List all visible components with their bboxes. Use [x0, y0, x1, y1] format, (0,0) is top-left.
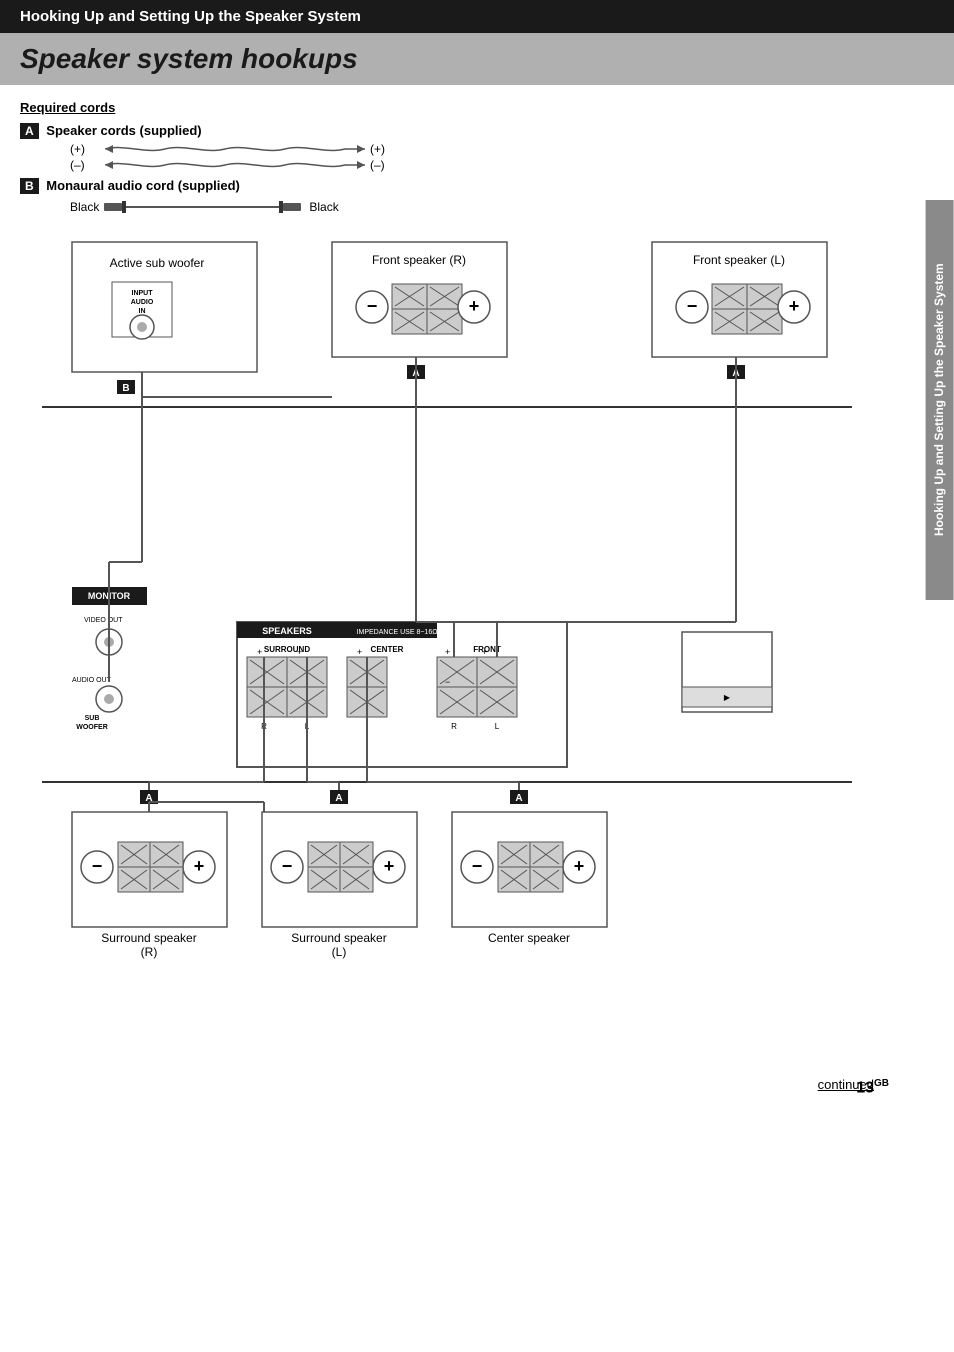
cord-a-minus-left: (–): [70, 158, 105, 172]
cord-b-section: B Monaural audio cord (supplied) Black B…: [20, 178, 934, 217]
svg-text:+: +: [574, 856, 585, 876]
cord-a-section: A Speaker cords (supplied) (+) (+): [20, 123, 934, 172]
cord-a-badge: A: [20, 123, 39, 139]
svg-text:(L): (L): [332, 945, 347, 959]
svg-text:SURROUND: SURROUND: [264, 645, 310, 654]
svg-text:+: +: [445, 647, 450, 657]
svg-text:▶: ▶: [724, 693, 731, 702]
svg-text:+: +: [194, 856, 205, 876]
cord-a-plus-right: (+): [370, 142, 405, 156]
svg-text:VIDEO OUT: VIDEO OUT: [84, 617, 123, 624]
svg-text:+: +: [469, 296, 480, 316]
svg-text:AUDIO OUT: AUDIO OUT: [72, 677, 112, 684]
diagram-area: Active sub woofer INPUT AUDIO IN B Front…: [42, 232, 912, 1057]
cord-b-badge: B: [20, 178, 39, 194]
svg-text:INPUT: INPUT: [132, 290, 154, 297]
page-number: 13GB: [856, 1078, 889, 1097]
svg-text:−: −: [282, 856, 293, 876]
required-cords-section: Required cords A Speaker cords (supplied…: [20, 100, 934, 217]
svg-text:AUDIO: AUDIO: [131, 299, 154, 306]
svg-text:+: +: [357, 647, 362, 657]
svg-text:+: +: [789, 296, 800, 316]
svg-text:−: −: [472, 856, 483, 876]
svg-text:+: +: [384, 856, 395, 876]
svg-text:Surround speaker: Surround speaker: [291, 931, 386, 945]
cord-a-label: A Speaker cords (supplied): [20, 123, 934, 139]
cord-b-wire: [104, 197, 304, 217]
page-title: Speaker system hookups: [20, 43, 934, 75]
cord-a-illustration: (+) (+) (–): [70, 142, 934, 172]
top-header: Hooking Up and Setting Up the Speaker Sy…: [0, 0, 954, 33]
svg-text:−: −: [367, 296, 378, 316]
svg-text:+: +: [257, 647, 262, 657]
svg-text:B: B: [122, 383, 129, 394]
main-content: Required cords A Speaker cords (supplied…: [0, 95, 954, 1112]
cord-a-minus-wire: [105, 158, 365, 172]
svg-text:A: A: [515, 793, 522, 804]
title-bar: Speaker system hookups: [0, 33, 954, 85]
header-title: Hooking Up and Setting Up the Speaker Sy…: [20, 8, 361, 25]
svg-text:+: +: [297, 647, 302, 657]
svg-text:Surround speaker: Surround speaker: [101, 931, 196, 945]
svg-text:WOOFER: WOOFER: [76, 724, 108, 731]
svg-text:Front speaker (L): Front speaker (L): [693, 253, 785, 267]
svg-text:IMPEDANCE USE 8~16Ω: IMPEDANCE USE 8~16Ω: [357, 629, 438, 636]
cord-b-label: B Monaural audio cord (supplied): [20, 178, 934, 194]
svg-text:Active sub woofer: Active sub woofer: [110, 256, 205, 270]
svg-text:Front speaker (R): Front speaker (R): [372, 253, 466, 267]
cord-a-minus-right: (–): [370, 158, 405, 172]
svg-text:IN: IN: [139, 308, 146, 315]
svg-text:(R): (R): [141, 945, 158, 959]
cord-a-plus-wire: [105, 142, 365, 156]
continued-text: continued: [20, 1077, 934, 1092]
svg-text:SUB: SUB: [85, 715, 100, 722]
cord-b-black-left: Black: [70, 200, 99, 214]
svg-text:A: A: [335, 793, 342, 804]
main-diagram-svg: Active sub woofer INPUT AUDIO IN B Front…: [42, 232, 902, 1052]
svg-text:−: −: [92, 856, 103, 876]
svg-text:Center speaker: Center speaker: [488, 931, 570, 945]
svg-text:+: +: [482, 647, 487, 657]
svg-text:−: −: [687, 296, 698, 316]
cord-b-illustration: Black Black: [70, 197, 934, 217]
cord-b-black-right: Black: [309, 200, 338, 214]
required-cords-title: Required cords: [20, 100, 934, 115]
svg-text:−: −: [445, 677, 450, 687]
cord-a-plus-left: (+): [70, 142, 105, 156]
svg-text:SPEAKERS: SPEAKERS: [262, 626, 312, 636]
svg-text:R: R: [451, 722, 457, 731]
svg-text:L: L: [495, 722, 500, 731]
svg-text:CENTER: CENTER: [371, 645, 404, 654]
